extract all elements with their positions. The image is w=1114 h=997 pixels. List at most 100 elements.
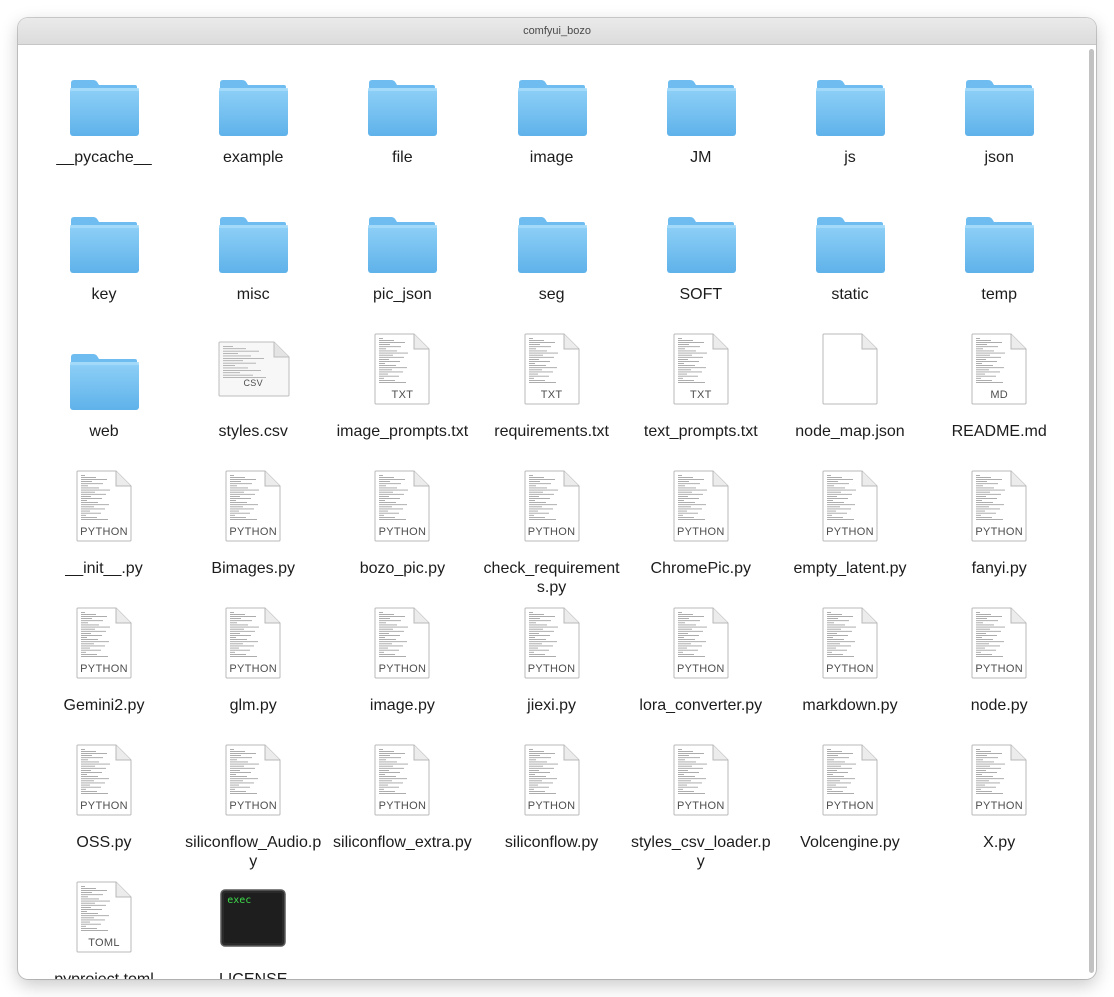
item-name-label: json [984,149,1014,166]
file-type-tag: PYTHON [676,663,725,675]
item-name-label: misc [236,286,270,303]
file-type-tag: PYTHON [378,800,427,812]
item-name-label: README.md [951,423,1047,440]
python-file-icon: PYTHON [69,744,139,816]
python-file-icon: PYTHON [815,744,885,816]
item-name-label: __pycache__ [56,149,152,166]
python-file-icon: PYTHON [218,470,288,542]
txt-file-icon: TXT [666,333,736,405]
vertical-scrollbar[interactable] [1089,49,1094,973]
file-type-tag: PYTHON [378,526,427,538]
python-file-icon: PYTHON [666,470,736,542]
item-name-label: JM [690,149,712,166]
python-file-icon: PYTHON [964,470,1034,542]
txt-file-icon: TXT [367,333,437,405]
file-type-tag: PYTHON [975,800,1023,812]
python-file-icon: PYTHON [367,744,437,816]
folder-icon [367,196,438,273]
file-type-tag: PYTHON [527,663,576,675]
item-name-label: key [91,286,117,303]
item-name-label: fanyi.py [971,560,1027,577]
folder-icon [666,59,736,136]
file-type-tag: PYTHON [676,526,725,538]
folder-icon [666,196,736,273]
file-type-tag: TXT [540,389,563,401]
exec-file-icon: exec [218,881,288,953]
python-file-icon: PYTHON [517,607,587,679]
python-file-icon: PYTHON [367,607,437,679]
item-name-label: LICENSE [182,970,324,979]
file-type-tag: PYTHON [676,800,725,812]
item-name-label: X.py [983,834,1016,851]
python-file-icon: PYTHON [964,607,1034,679]
file-type-tag: MD [990,389,1009,401]
folder-icon [218,59,289,136]
item-name-label: Volcengine.py [800,834,900,851]
folder-icon [517,59,587,136]
python-file-icon: PYTHON [666,607,736,679]
item-name-label: bozo_pic.py [359,560,446,577]
file-type-tag: PYTHON [975,663,1023,675]
json-file-icon [815,333,885,405]
python-file-icon: PYTHON [367,470,437,542]
item-name-label: empty_latent.py [793,560,907,577]
file-type-tag: PYTHON [826,663,874,675]
csv-file-icon: CSV [218,333,290,405]
file-type-tag: PYTHON [80,800,128,812]
item-name-label: siliconflow_extra.py [333,834,472,851]
item-name-label: pyproject.toml [33,970,175,979]
file-type-tag: TXT [391,389,414,401]
item-name-label: siliconflow.py [504,834,599,851]
item-name-label: styles_csv_loader.py [630,834,771,870]
item-name-label: __init__.py [65,560,143,577]
item-name-label: node.py [970,697,1028,714]
file-type-tag: TOML [88,937,120,949]
file-type-tag: PYTHON [80,663,128,675]
file-type-tag: PYTHON [527,800,576,812]
python-file-icon: PYTHON [964,744,1034,816]
md-file-icon: MD [964,333,1034,405]
folder-icon [964,59,1035,136]
file-type-tag: PYTHON [378,663,427,675]
item-name-label: node_map.json [795,423,905,440]
window-title: comfyui_bozo [18,18,1096,45]
item-name-label: requirements.txt [494,423,609,440]
item-name-label: image.py [369,697,435,714]
item-name-label: jiexi.py [527,697,577,714]
item-name-label: SOFT [679,286,723,303]
finder-window: comfyui_bozo __pycache__ example file image… [18,18,1096,979]
file-type-tag: PYTHON [229,663,277,675]
folder-icon [218,196,289,273]
python-file-icon: PYTHON [218,744,288,816]
python-file-icon: PYTHON [517,470,587,542]
folder-icon [367,59,438,136]
file-type-tag: PYTHON [975,526,1023,538]
folder-icon [815,196,885,273]
item-name-label: file [392,149,413,166]
folder-icon [815,59,885,136]
item-name-label: js [844,149,856,166]
item-name-label: OSS.py [76,834,132,851]
python-file-icon: PYTHON [666,744,736,816]
folder-icon [964,196,1035,273]
txt-file-icon: TXT [517,333,587,405]
item-name-label: image [529,149,574,166]
file-type-tag: PYTHON [229,526,277,538]
item-name-label: static [831,286,869,303]
file-type-tag: PYTHON [80,526,128,538]
file-type-tag: exec [227,895,252,906]
file-type-tag: CSV [243,378,263,388]
file-grid: __pycache__ example file image JM js json key mi… [18,45,1096,979]
folder-icon [69,333,139,410]
item-name-label: web [89,423,119,440]
folder-icon [69,59,139,136]
item-name-label: lora_converter.py [639,697,763,714]
toml-file-icon: TOML [69,881,139,953]
file-type-tag: PYTHON [527,526,576,538]
item-name-label: text_prompts.txt [643,423,758,440]
python-file-icon: PYTHON [69,607,139,679]
file-type-tag: PYTHON [229,800,277,812]
item-name-label: image_prompts.txt [336,423,469,440]
file-type-tag: PYTHON [826,800,874,812]
item-name-label: ChromePic.py [650,560,752,577]
